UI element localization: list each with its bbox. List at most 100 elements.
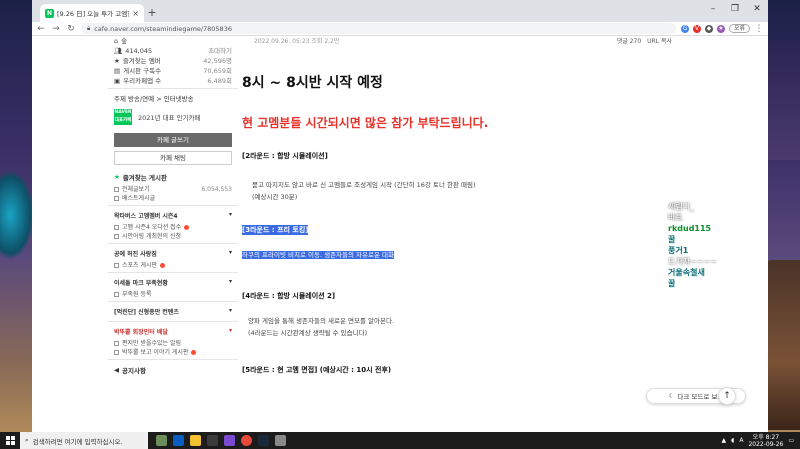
- clock[interactable]: 오후 8:27 2022-09-26: [748, 434, 783, 448]
- sidebar-group-content[interactable]: [먹린단] 신형종만 컨텐츠 ▾: [108, 304, 238, 319]
- round-2-heading: [2라운드 : 합방 시뮬레이션]: [242, 152, 328, 160]
- new-badge-icon: [191, 350, 197, 355]
- star-icon: ★: [114, 173, 120, 181]
- new-badge-icon: [184, 225, 190, 230]
- chat-message: 꿀: [668, 279, 676, 288]
- chat-message: 거울속철새: [668, 268, 705, 277]
- maximize-button[interactable]: ❐: [724, 0, 746, 18]
- new-tab-button[interactable]: +: [144, 4, 160, 22]
- naver-cafe-favicon-icon: N: [45, 8, 54, 18]
- sidebar-item-apply[interactable]: 시안어링 개최현의 신청: [108, 232, 238, 241]
- article-meta: 2022.09.26. 05:23 조회 2,2만 댓글 270 URL 복사: [242, 36, 672, 48]
- browser-tab[interactable]: N [9.26 日] 오늘 투가 고엠현장 : 스 ×: [40, 4, 144, 22]
- cafe-chat-button[interactable]: 카페 채팅: [114, 151, 232, 165]
- write-post-button[interactable]: 카페 글쓰기: [114, 133, 232, 147]
- chat-overlay: 세림다_ 바트 rkdud115 꿀 풍거1 드가자~~~~ 거울속철새 꿀: [668, 201, 728, 289]
- tab-title: [9.26 日] 오늘 투가 고엠현장 : 스: [57, 10, 129, 18]
- post-date: 2022.09.26. 05:23 조회 2,2만: [254, 38, 340, 45]
- round-3-heading: [3라운드 : 프리 토킹]: [242, 225, 309, 235]
- round-2-line: 묻고 따지지도 않고 바로 신 고멤들로 조성게임 시작 (간단히 16강 토너…: [252, 181, 476, 189]
- lock-icon: 🔒︎: [87, 24, 91, 32]
- round-4-line: 양파 게임을 통해 생존자들의 새로운 면모를 알아본다.: [248, 317, 395, 325]
- favorites-section-title: ★ 즐겨찾는 게시판: [114, 173, 167, 182]
- menu-dots-icon[interactable]: ⋮: [754, 24, 764, 34]
- star-icon: ★: [114, 57, 120, 65]
- notification-icon[interactable]: ▭: [788, 437, 794, 444]
- url-copy-button[interactable]: URL 복사: [647, 36, 672, 48]
- comment-count[interactable]: 댓글 270: [617, 36, 641, 48]
- start-button[interactable]: [0, 432, 20, 449]
- sidebar-group-gomem[interactable]: 왁타버스 고멤멤버 시즌4 ▾: [108, 208, 238, 223]
- app-icon[interactable]: [224, 435, 235, 446]
- extension-puzzle-icon[interactable]: ◆: [704, 24, 713, 33]
- member-count: 414,045: [125, 47, 153, 55]
- profile-button[interactable]: 오류: [728, 24, 750, 33]
- extension-star-icon[interactable]: ★: [716, 24, 725, 33]
- forward-arrow-icon[interactable]: →: [51, 24, 61, 34]
- taskbar-search[interactable]: ⌕ 검색하려면 여기에 입력하십시오.: [20, 432, 148, 449]
- back-arrow-icon[interactable]: ←: [36, 24, 46, 34]
- chevron-icon: ▾: [228, 307, 232, 314]
- sidebar-item-notice[interactable]: ◀ 공지사항: [108, 362, 238, 378]
- sidebar-group-sports[interactable]: 공에 허진 사랑짐 ▾: [108, 246, 238, 261]
- url-field[interactable]: 🔒︎ cafe.naver.com/steamindiegame/7805836: [81, 23, 676, 34]
- article-body: 2022.09.26. 05:23 조회 2,2만 댓글 270 URL 복사 …: [242, 36, 672, 432]
- chat-message: 바트: [668, 213, 683, 222]
- sidebar-item-sports[interactable]: 스포츠 게시판: [108, 261, 238, 270]
- app-icon: ▣: [114, 77, 121, 85]
- article-request: 현 고멤분들 시간되시면 많은 참가 부탁드립니다.: [242, 116, 489, 130]
- sidebar-group-mc[interactable]: 이세돌 마크 부족현황 ▾: [108, 275, 238, 290]
- cafe-topic[interactable]: 주제 방송/연예 > 인터넷방송: [108, 91, 238, 105]
- address-bar: ← → ↻ 🔒︎ cafe.naver.com/steamindiegame/7…: [32, 22, 768, 36]
- edge-icon[interactable]: [173, 435, 184, 446]
- sidebar-item-audition[interactable]: 고멤 시즌4 오디션 접수: [108, 223, 238, 232]
- minecraft-icon[interactable]: [207, 435, 218, 446]
- speaker-icon: ◀: [114, 366, 119, 374]
- sidebar-item-story[interactable]: 박뚜뿔 보고 이야기 게시판: [108, 348, 238, 357]
- chevron-icon: ▾: [228, 327, 232, 334]
- stat-row: ★ 즐겨찾는 멤버 42,596명: [114, 57, 232, 65]
- input-lang[interactable]: A: [739, 437, 743, 444]
- taskbar-apps: [156, 435, 286, 446]
- url-text: cafe.naver.com/steamindiegame/7805836: [94, 24, 232, 33]
- browser-window: N [9.26 日] 오늘 투가 고엠현장 : 스 × + – ❐ ✕ ← → …: [32, 0, 768, 432]
- invite-link[interactable]: 초대하기: [208, 46, 232, 56]
- moon-icon: ☾: [668, 392, 675, 400]
- round-4-heading: [4라운드 : 합방 시뮬레이션 2]: [242, 292, 336, 300]
- chat-message: rkdud115: [668, 224, 712, 233]
- volume-icon[interactable]: ◖: [731, 437, 734, 444]
- stat-row: ▣ 우리카페앱 수 6,489회: [114, 77, 232, 85]
- folder-icon[interactable]: [190, 435, 201, 446]
- sidebar-item-all-posts[interactable]: 전체글보기 6,054,553: [108, 185, 238, 194]
- members-icon: 👥︎: [114, 47, 123, 55]
- sidebar-item-register[interactable]: 부족원 등록: [108, 290, 238, 299]
- chevron-icon: ▾: [228, 211, 232, 218]
- scroll-top-button[interactable]: ↑: [718, 387, 736, 405]
- network-icon[interactable]: ▲: [722, 437, 727, 444]
- article-heading: 8시 ~ 8시반 시작 예정: [242, 75, 383, 91]
- app2-icon[interactable]: [275, 435, 286, 446]
- extension-g-icon[interactable]: G: [680, 24, 689, 33]
- game-app-icon[interactable]: [156, 435, 167, 446]
- chat-message: 풍거1: [668, 246, 689, 255]
- close-window-button[interactable]: ✕: [746, 0, 768, 18]
- extension-icons: G V ◆ ★ 오류 ⋮: [680, 24, 764, 34]
- page-viewport: ⌂ 숲 👥︎ 414,045 초대하기 ★ 즐겨찾는 멤버 42,596명 ▤ 게시판 …: [32, 36, 768, 432]
- sidebar-group-delivery[interactable]: 박뚜뿔 회장인터 배달 ▾: [108, 324, 238, 339]
- badge-text: 2021년 대표 인기카페: [138, 114, 201, 122]
- round-4-line: (4라운드는 시간관계상 생략될 수 있습니다): [248, 329, 368, 337]
- cafe-sidebar: ⌂ 숲 👥︎ 414,045 초대하기 ★ 즐겨찾는 멤버 42,596명 ▤ 게시판 …: [108, 36, 238, 432]
- tab-bar: N [9.26 日] 오늘 투가 고엠현장 : 스 × + – ❐ ✕: [32, 0, 768, 22]
- naver-badge-icon: NAVER 대표카페: [114, 109, 132, 125]
- minimize-button[interactable]: –: [702, 0, 724, 18]
- extension-v-icon[interactable]: V: [692, 24, 701, 33]
- chrome-icon[interactable]: [241, 435, 252, 446]
- steam-icon[interactable]: [258, 435, 269, 446]
- round-5-heading: [5라운드 : 현 고멤 면접] (예상시간 : 10시 전후): [242, 366, 392, 374]
- sidebar-item-letters[interactable]: 편지만 받을수있는 알림: [108, 339, 238, 348]
- chat-message: 세림다_: [668, 202, 695, 211]
- tab-close-icon[interactable]: ×: [132, 9, 139, 18]
- system-tray: ▲ ◖ A 오후 8:27 2022-09-26 ▭: [722, 434, 800, 448]
- reload-icon[interactable]: ↻: [66, 24, 76, 34]
- sidebar-item-best[interactable]: 베스트게시글: [108, 194, 238, 203]
